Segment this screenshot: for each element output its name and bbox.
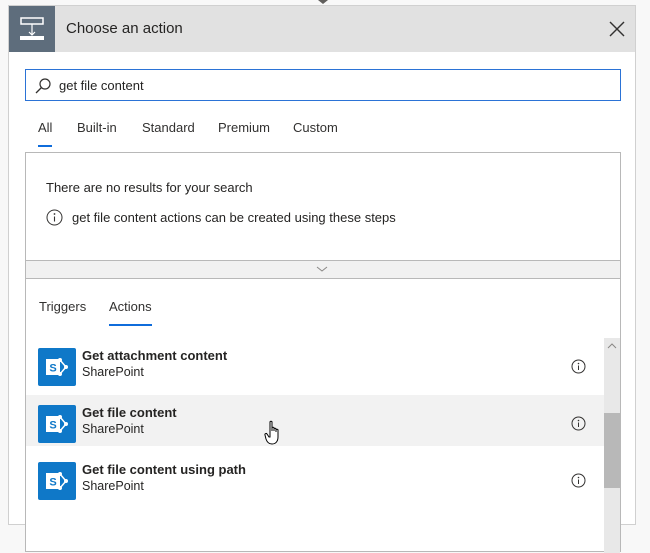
connector-arrow: [318, 0, 328, 4]
list-item[interactable]: S Get file content SharePoint: [26, 395, 604, 446]
tab-actions[interactable]: Actions: [109, 299, 152, 326]
card-header: Choose an action: [9, 6, 635, 52]
chevron-down-icon: [316, 266, 328, 272]
tab-premium[interactable]: Premium: [218, 120, 270, 135]
actions-list: S Get attachment content SharePoint S Ge…: [26, 338, 604, 553]
info-icon: [46, 209, 63, 226]
sharepoint-icon: S: [38, 348, 76, 386]
close-button[interactable]: [607, 19, 627, 39]
action-title: Get file content using path: [82, 462, 246, 477]
tab-built-in[interactable]: Built-in: [77, 120, 117, 135]
tab-all[interactable]: All: [38, 120, 53, 147]
info-icon[interactable]: [571, 473, 586, 488]
info-icon[interactable]: [571, 416, 586, 431]
list-item[interactable]: S Get attachment content SharePoint: [26, 338, 604, 389]
tab-standard[interactable]: Standard: [142, 120, 195, 135]
tab-triggers[interactable]: Triggers: [39, 299, 86, 314]
svg-text:S: S: [49, 477, 56, 489]
info-icon[interactable]: [571, 359, 586, 374]
list-scrollbar[interactable]: [604, 338, 620, 553]
scrollbar-thumb[interactable]: [604, 413, 620, 488]
action-title: Get attachment content: [82, 348, 228, 363]
connector-name: SharePoint: [82, 422, 144, 436]
choose-action-card: Choose an action All Built-in Standard P…: [8, 5, 636, 553]
list-item[interactable]: S Get file content using path SharePoint: [26, 452, 604, 503]
no-results-message: There are no results for your search: [46, 180, 253, 195]
card-title: Choose an action: [66, 20, 183, 37]
search-icon: [35, 78, 51, 94]
action-title: Get file content: [82, 405, 177, 420]
svg-text:S: S: [49, 420, 56, 432]
tab-custom[interactable]: Custom: [293, 120, 338, 135]
search-input[interactable]: [59, 70, 599, 100]
results-panel: There are no results for your search get…: [25, 152, 621, 553]
connector-name: SharePoint: [82, 479, 144, 493]
sharepoint-icon: S: [38, 462, 76, 500]
connector-name: SharePoint: [82, 365, 144, 379]
sharepoint-icon: S: [38, 405, 76, 443]
search-box[interactable]: [25, 69, 621, 101]
chevron-up-icon[interactable]: [604, 338, 620, 354]
hint-text: get file content actions can be created …: [72, 210, 396, 225]
collapse-toggle[interactable]: [26, 260, 620, 279]
svg-text:S: S: [49, 363, 56, 375]
close-icon: [609, 21, 625, 37]
action-step-icon: [9, 6, 55, 52]
